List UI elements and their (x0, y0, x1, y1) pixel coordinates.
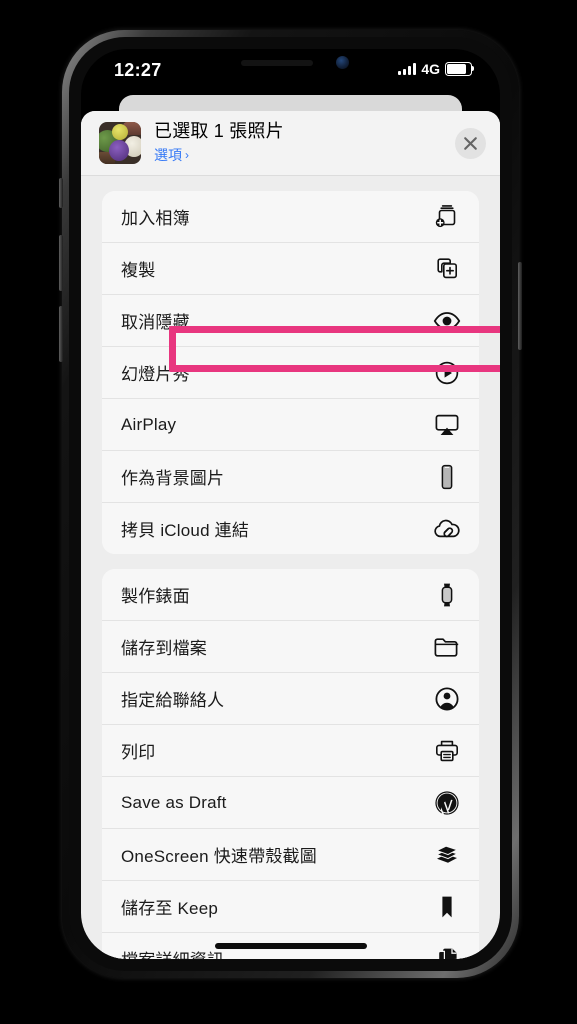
phone-screen: 12:27 4G 已選取 1 張照片 選項 › 加入相簿 複製 取消隱藏 幻燈片… (81, 49, 500, 959)
phone-frame: 12:27 4G 已選取 1 張照片 選項 › 加入相簿 複製 取消隱藏 幻燈片… (59, 30, 522, 978)
bookmark-icon (432, 892, 462, 922)
slideshow-play-icon (432, 358, 462, 388)
battery-icon (445, 61, 475, 77)
action-label: 拷貝 iCloud 連結 (121, 521, 250, 540)
action-row[interactable]: 指定給聯絡人 (102, 673, 479, 725)
status-indicators: 4G (398, 61, 475, 77)
action-label: Save as Draft (121, 792, 227, 812)
action-label: 儲存到檔案 (121, 639, 207, 658)
volume-up-button[interactable] (59, 235, 63, 291)
earpiece-speaker-icon (240, 60, 313, 66)
wordpress-icon (432, 788, 462, 818)
phone-bezel: 12:27 4G 已選取 1 張照片 選項 › 加入相簿 複製 取消隱藏 幻燈片… (69, 37, 512, 971)
action-label: 製作錶面 (121, 587, 190, 606)
action-row[interactable]: 列印 (102, 725, 479, 777)
action-row[interactable]: OneScreen 快速帶殼截圖 (102, 829, 479, 881)
contact-person-icon (432, 684, 462, 714)
action-row[interactable]: 儲存到檔案 (102, 621, 479, 673)
action-row[interactable]: 作為背景圖片 (102, 451, 479, 503)
action-label: 儲存至 Keep (121, 899, 219, 918)
action-row[interactable]: AirPlay (102, 399, 479, 451)
action-row[interactable]: 製作錶面 (102, 569, 479, 621)
chevron-right-icon: › (185, 148, 189, 163)
add-to-album-icon (432, 202, 462, 232)
action-group-primary: 加入相簿 複製 取消隱藏 幻燈片秀 AirPlay 作為背景圖片 拷貝 iClo… (102, 191, 479, 554)
action-label: 列印 (121, 743, 156, 762)
action-row[interactable]: 儲存至 Keep (102, 881, 479, 933)
action-label: 加入相簿 (121, 209, 190, 228)
action-label: OneScreen 快速帶殼截圖 (121, 847, 317, 866)
signal-bars-icon (398, 63, 417, 75)
status-network-label: 4G (421, 61, 440, 77)
eye-unhide-icon (432, 306, 462, 336)
options-link[interactable]: 選項 › (154, 145, 189, 165)
wallpaper-phone-icon (432, 462, 462, 492)
action-row[interactable]: 幻燈片秀 (102, 347, 479, 399)
thumb-detail (112, 124, 128, 140)
power-button[interactable] (518, 262, 522, 350)
file-details-icon (432, 944, 462, 959)
icloud-link-icon (432, 514, 462, 544)
action-row[interactable]: 複製 (102, 243, 479, 295)
action-row[interactable]: 加入相簿 (102, 191, 479, 243)
notch (192, 49, 389, 78)
battery-fill (447, 64, 467, 74)
silent-switch[interactable] (59, 178, 63, 208)
action-row-unhide[interactable]: 取消隱藏 (102, 295, 479, 347)
action-label: 作為背景圖片 (121, 469, 225, 488)
close-button[interactable] (455, 127, 486, 159)
photo-thumbnail[interactable] (99, 122, 141, 164)
action-row[interactable]: 拷貝 iCloud 連結 (102, 503, 479, 554)
volume-down-button[interactable] (59, 306, 63, 362)
close-icon (464, 136, 477, 150)
airplay-icon (432, 410, 462, 440)
action-row[interactable]: Save as Draft (102, 777, 479, 829)
duplicate-icon (432, 254, 462, 284)
watch-face-icon (432, 580, 462, 610)
share-sheet-header-text: 已選取 1 張照片 選項 › (154, 121, 455, 166)
front-camera-icon (335, 56, 349, 69)
status-time: 12:27 (114, 60, 162, 80)
action-label: 取消隱藏 (121, 313, 190, 332)
action-label: 幻燈片秀 (121, 365, 190, 384)
action-label: 複製 (121, 261, 156, 280)
options-link-label: 選項 (154, 147, 182, 164)
selection-title: 已選取 1 張照片 (154, 120, 284, 141)
share-sheet: 已選取 1 張照片 選項 › 加入相簿 複製 取消隱藏 幻燈片秀 AirPlay… (81, 111, 500, 959)
share-sheet-header: 已選取 1 張照片 選項 › (81, 111, 500, 176)
thumb-detail (109, 140, 129, 161)
action-list: 加入相簿 複製 取消隱藏 幻燈片秀 AirPlay 作為背景圖片 拷貝 iClo… (81, 176, 500, 959)
home-indicator[interactable] (214, 943, 367, 949)
onescreen-layers-icon (432, 840, 462, 870)
folder-icon (432, 632, 462, 662)
action-label: 指定給聯絡人 (121, 691, 225, 710)
action-group-secondary: 製作錶面 儲存到檔案 指定給聯絡人 列印 Save as Draft OneSc… (102, 569, 479, 959)
printer-icon (432, 736, 462, 766)
action-label: AirPlay (121, 414, 177, 434)
